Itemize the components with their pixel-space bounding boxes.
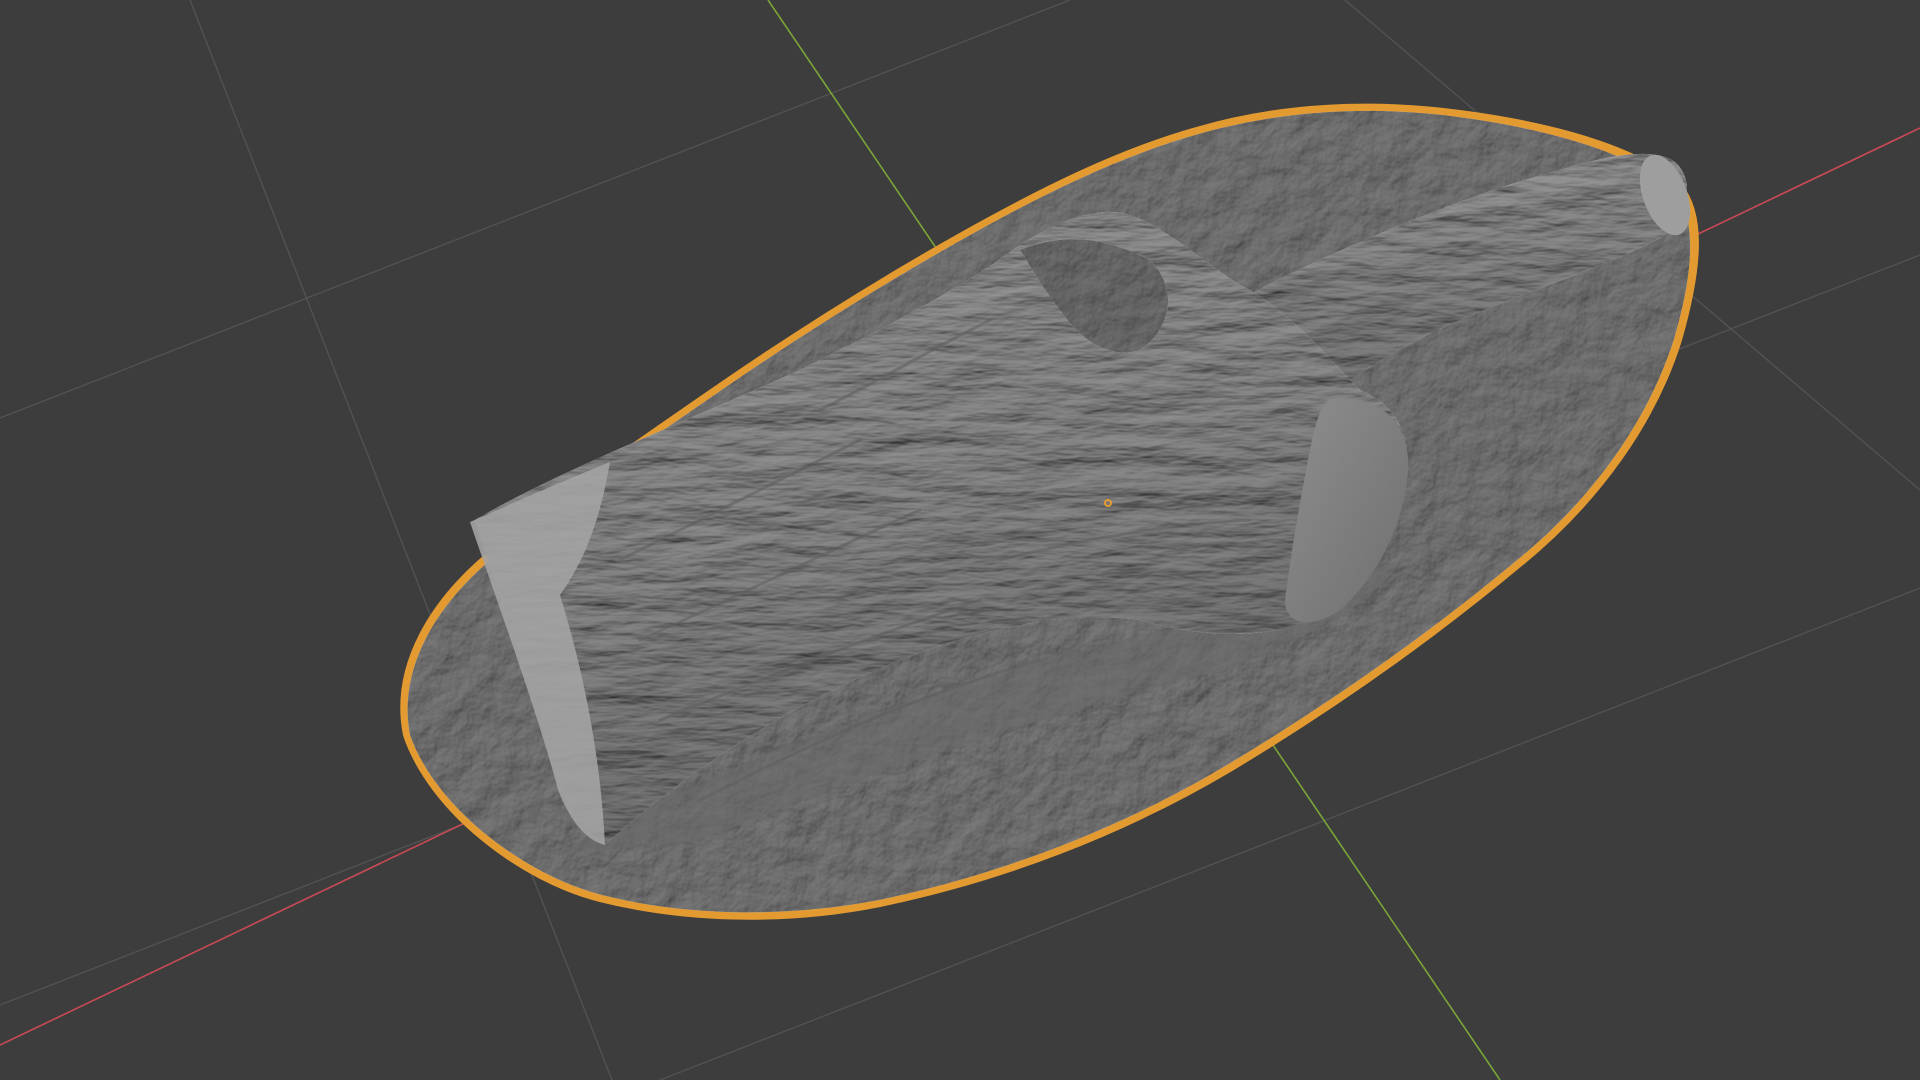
viewport-canvas[interactable] — [0, 0, 1920, 1080]
3d-viewport[interactable] — [0, 0, 1920, 1080]
selected-mesh-object[interactable] — [400, 103, 1700, 920]
